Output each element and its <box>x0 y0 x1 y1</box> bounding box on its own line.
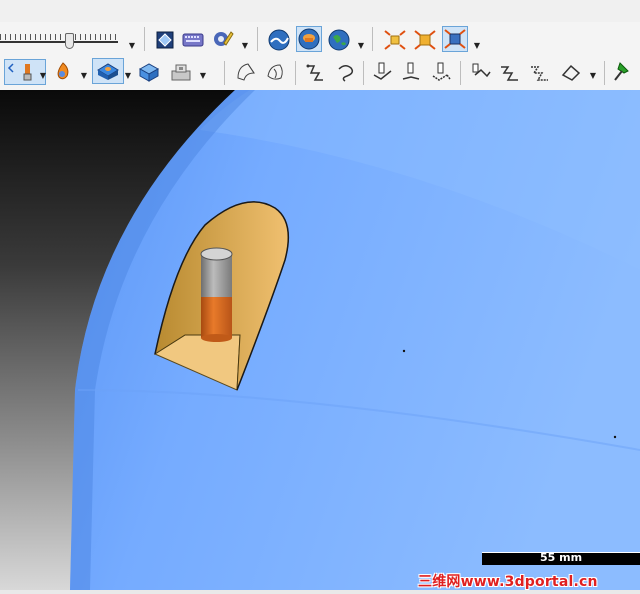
separator <box>460 61 461 85</box>
curve-icon-1[interactable] <box>304 59 330 85</box>
part-view-icon[interactable] <box>136 59 162 85</box>
wave-shading-icon[interactable] <box>266 27 292 53</box>
toolpath-icon-6[interactable] <box>527 59 553 85</box>
toolpath-icon-4[interactable] <box>468 59 494 85</box>
section-icon-1[interactable] <box>233 59 259 85</box>
toolpath-icon-5[interactable] <box>497 59 523 85</box>
stock-dropdown-arrow[interactable]: ▼ <box>124 72 132 80</box>
zoom-slider-ticks <box>0 34 118 40</box>
zoom-slider-thumb[interactable] <box>65 33 74 49</box>
curve-icon-2[interactable] <box>334 59 360 85</box>
explode-dropdown-arrow[interactable]: ▼ <box>473 42 481 50</box>
3d-viewport[interactable] <box>0 90 640 590</box>
separator <box>224 61 225 85</box>
tool-dropdown-arrow[interactable]: ▼ <box>39 72 47 80</box>
pin-orange-body <box>201 295 232 338</box>
stock-view-icon[interactable] <box>92 58 124 84</box>
settings-wrench-icon[interactable] <box>209 26 235 52</box>
fixture-icon[interactable] <box>168 59 194 85</box>
explode-icon-2[interactable] <box>412 27 438 53</box>
separator <box>295 61 296 85</box>
surface-speck <box>402 349 406 353</box>
toolpath-icon-1[interactable] <box>370 59 396 85</box>
status-strip <box>0 590 640 594</box>
toolpath-dropdown-arrow[interactable]: ▼ <box>589 72 597 80</box>
explode-icon-3[interactable] <box>442 26 468 52</box>
separator <box>363 61 364 85</box>
flame-shading-icon[interactable] <box>50 59 76 85</box>
scale-bar-label: 55 mm <box>539 551 583 564</box>
settings-dropdown-arrow[interactable]: ▼ <box>241 42 249 50</box>
separator <box>144 27 145 51</box>
pin-gray-body <box>201 255 232 297</box>
scale-bar: 55 mm <box>482 551 640 565</box>
view-orient-icon[interactable] <box>152 27 178 53</box>
pin-base <box>201 334 232 342</box>
toolpath-icon-3[interactable] <box>428 59 454 85</box>
separator <box>604 61 605 85</box>
watermark: 三维网www.3dportal.cn <box>418 574 598 590</box>
surface-speck <box>613 435 617 439</box>
separator <box>372 27 373 51</box>
toolpath-icon-7[interactable] <box>558 59 584 85</box>
section-icon-2[interactable] <box>263 59 289 85</box>
flame-dropdown-arrow[interactable]: ▼ <box>80 72 88 80</box>
separator <box>257 27 258 51</box>
pin-icon[interactable] <box>611 59 637 85</box>
render-dropdown-arrow[interactable]: ▼ <box>357 42 365 50</box>
globe-render-icon[interactable] <box>326 27 352 53</box>
toolpath-icon-2[interactable] <box>398 59 424 85</box>
solid-shading-icon[interactable] <box>296 26 322 52</box>
fixture-dropdown-arrow[interactable]: ▼ <box>199 72 207 80</box>
slider-dropdown-arrow[interactable]: ▼ <box>128 42 136 50</box>
pin-top <box>200 247 233 261</box>
scene-render <box>70 90 640 590</box>
zoom-slider-track[interactable] <box>0 41 118 43</box>
keyboard-icon[interactable] <box>180 27 206 53</box>
explode-icon-1[interactable] <box>382 27 408 53</box>
